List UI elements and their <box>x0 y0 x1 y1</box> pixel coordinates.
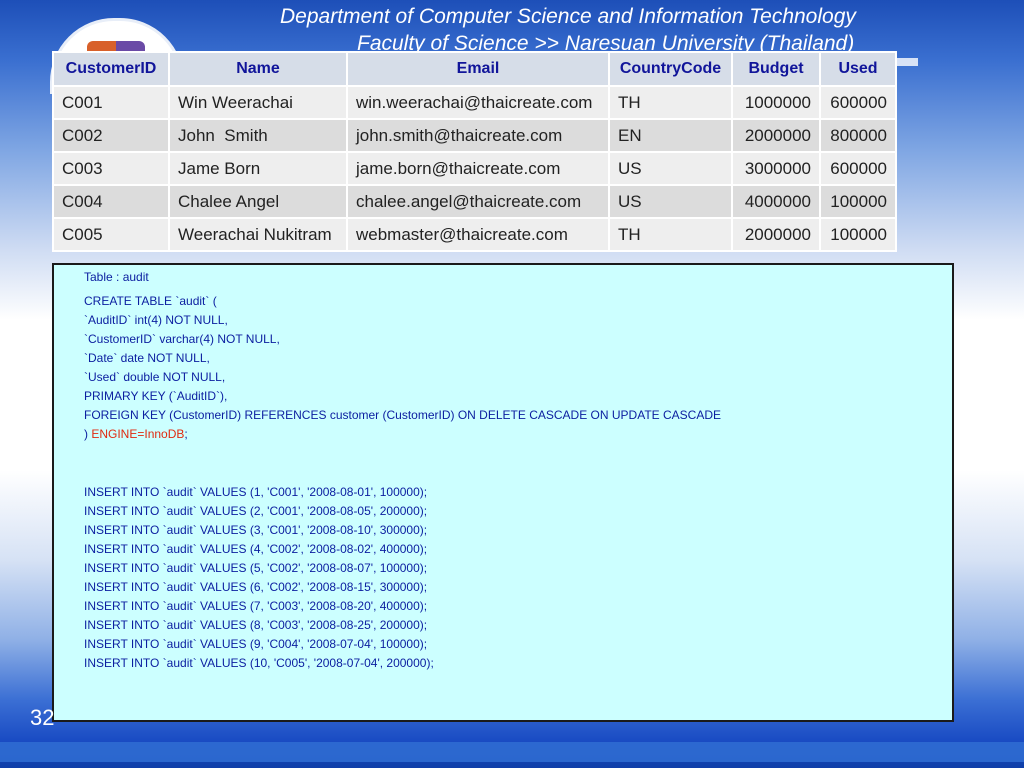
cell-name: Win Weerachai <box>168 85 348 120</box>
insert-line: INSERT INTO `audit` VALUES (8, 'C003', '… <box>84 618 428 632</box>
insert-line: INSERT INTO `audit` VALUES (3, 'C001', '… <box>84 523 428 537</box>
table-row: C002 John Smith john.smith@thaicreate.co… <box>52 118 897 153</box>
cell-used: 100000 <box>819 217 897 252</box>
cell-name: Chalee Angel <box>168 184 348 219</box>
code-caption: Table : audit <box>84 270 149 284</box>
cell-email: chalee.angel@thaicreate.com <box>346 184 610 219</box>
insert-line: INSERT INTO `audit` VALUES (9, 'C004', '… <box>84 637 428 651</box>
cell-country-code: TH <box>608 85 733 120</box>
create-line: `CustomerID` varchar(4) NOT NULL, <box>84 332 280 346</box>
create-line: `Date` date NOT NULL, <box>84 351 210 365</box>
slide-number: 32 <box>30 705 55 730</box>
insert-line: INSERT INTO `audit` VALUES (5, 'C002', '… <box>84 561 428 575</box>
table-header-row: CustomerID Name Email CountryCode Budget… <box>52 51 897 87</box>
table-row: C005 Weerachai Nukitram webmaster@thaicr… <box>52 217 897 252</box>
create-line: PRIMARY KEY (`AuditID`), <box>84 389 228 403</box>
footer-band <box>0 742 1024 762</box>
cell-budget: 3000000 <box>731 151 821 186</box>
create-closing-line: ) ENGINE=InnoDB; <box>84 427 188 441</box>
customer-table: CustomerID Name Email CountryCode Budget… <box>52 51 897 252</box>
cell-budget: 2000000 <box>731 217 821 252</box>
column-header: CountryCode <box>608 51 733 87</box>
cell-email: john.smith@thaicreate.com <box>346 118 610 153</box>
cell-name: Weerachai Nukitram <box>168 217 348 252</box>
insert-line: INSERT INTO `audit` VALUES (10, 'C005', … <box>84 656 434 670</box>
insert-line: INSERT INTO `audit` VALUES (2, 'C001', '… <box>84 504 428 518</box>
column-header: Used <box>819 51 897 87</box>
cell-used: 100000 <box>819 184 897 219</box>
insert-line: INSERT INTO `audit` VALUES (7, 'C003', '… <box>84 599 428 613</box>
cell-budget: 1000000 <box>731 85 821 120</box>
cell-used: 600000 <box>819 85 897 120</box>
cell-name: John Smith <box>168 118 348 153</box>
cell-country-code: TH <box>608 217 733 252</box>
cell-customer-id: C002 <box>52 118 170 153</box>
insert-line: INSERT INTO `audit` VALUES (4, 'C002', '… <box>84 542 428 556</box>
header-line-1: Department of Computer Science and Infor… <box>280 5 856 28</box>
column-header: CustomerID <box>52 51 170 87</box>
cell-budget: 4000000 <box>731 184 821 219</box>
create-line: FOREIGN KEY (CustomerID) REFERENCES cust… <box>84 408 722 422</box>
column-header: Name <box>168 51 348 87</box>
cell-country-code: US <box>608 184 733 219</box>
cell-customer-id: C005 <box>52 217 170 252</box>
table-row: C001 Win Weerachai win.weerachai@thaicre… <box>52 85 897 120</box>
cell-customer-id: C004 <box>52 184 170 219</box>
create-line: `Used` double NOT NULL, <box>84 370 226 384</box>
cell-customer-id: C003 <box>52 151 170 186</box>
closing-semicolon: ; <box>184 427 188 441</box>
cell-budget: 2000000 <box>731 118 821 153</box>
cell-email: webmaster@thaicreate.com <box>346 217 610 252</box>
cell-name: Jame Born <box>168 151 348 186</box>
cell-customer-id: C001 <box>52 85 170 120</box>
create-line: `AuditID` int(4) NOT NULL, <box>84 313 228 327</box>
cell-used: 800000 <box>819 118 897 153</box>
table-row: C003 Jame Born jame.born@thaicreate.com … <box>52 151 897 186</box>
sql-code-box: Table : audit CREATE TABLE `audit` ( `Au… <box>52 263 954 722</box>
insert-line: INSERT INTO `audit` VALUES (1, 'C001', '… <box>84 485 428 499</box>
cell-used: 600000 <box>819 151 897 186</box>
cell-email: win.weerachai@thaicreate.com <box>346 85 610 120</box>
cell-country-code: EN <box>608 118 733 153</box>
table-row: C004 Chalee Angel chalee.angel@thaicreat… <box>52 184 897 219</box>
cell-email: jame.born@thaicreate.com <box>346 151 610 186</box>
insert-line: INSERT INTO `audit` VALUES (6, 'C002', '… <box>84 580 428 594</box>
create-line: CREATE TABLE `audit` ( <box>84 294 217 308</box>
column-header: Budget <box>731 51 821 87</box>
column-header: Email <box>346 51 610 87</box>
engine-clause: ENGINE=InnoDB <box>91 427 185 441</box>
cell-country-code: US <box>608 151 733 186</box>
